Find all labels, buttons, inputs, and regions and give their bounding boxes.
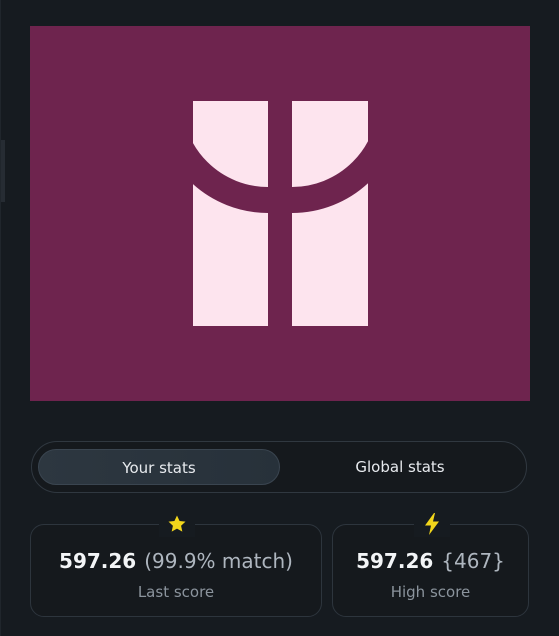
high-score-rank: {467} (441, 549, 505, 573)
high-score-card: 597.26 {467} High score (332, 511, 529, 617)
puzzle-artwork (30, 26, 530, 401)
scroll-edge (1, 140, 5, 202)
last-score-card: 597.26 (99.9% match) Last score (30, 511, 322, 617)
tab-global-stats[interactable]: Global stats (282, 449, 518, 485)
last-score-label: Last score (137, 583, 215, 601)
tab-your-stats[interactable]: Your stats (38, 449, 280, 485)
artwork-shape (193, 101, 368, 326)
stats-toggle: Your stats Global stats (31, 441, 527, 493)
game-panel: Your stats Global stats 597.26 (99.9% mat… (0, 0, 559, 636)
last-score-match: (99.9% match) (144, 549, 293, 573)
star-icon (159, 511, 195, 537)
lightning-icon (414, 511, 450, 537)
high-score-value: 597.26 (356, 549, 434, 573)
high-score-label: High score (390, 583, 471, 601)
last-score-value: 597.26 (59, 549, 137, 573)
